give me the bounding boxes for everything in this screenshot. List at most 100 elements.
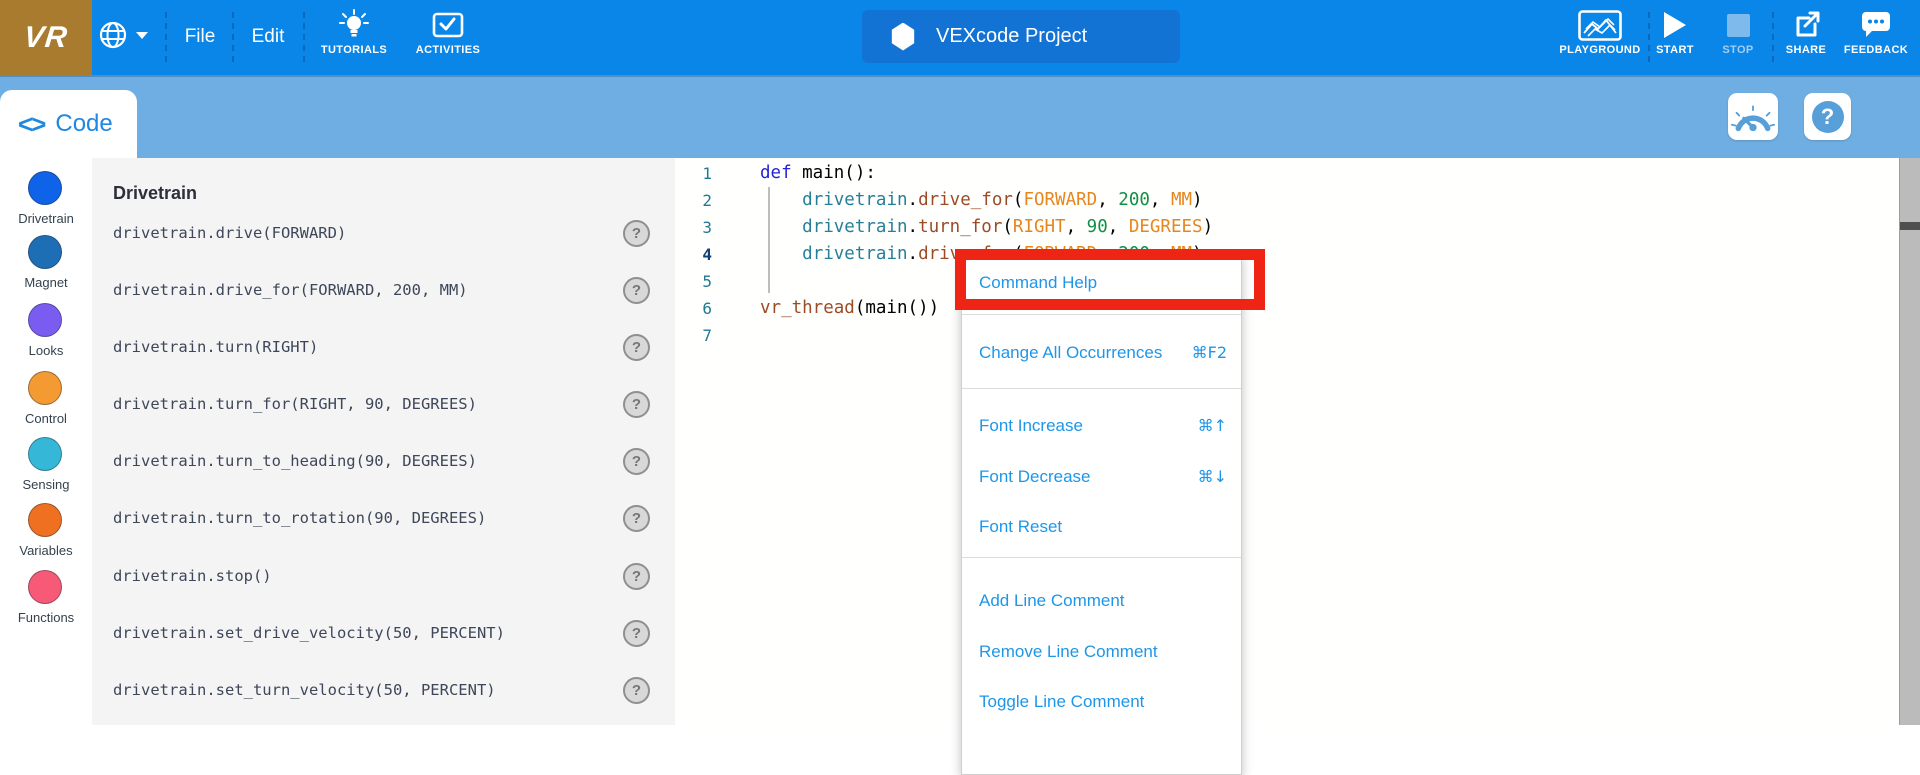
menu-divider xyxy=(232,12,234,62)
code-token-plain: ( xyxy=(1002,217,1013,237)
command-text[interactable]: drivetrain.turn_to_rotation(90, DEGREES) xyxy=(113,505,486,532)
category-circle-icon[interactable] xyxy=(28,235,62,269)
scrollbar[interactable] xyxy=(1899,158,1920,725)
code-token-plain: , xyxy=(1066,217,1087,237)
command-row[interactable]: drivetrain.turn_for(RIGHT, 90, DEGREES)? xyxy=(92,391,675,418)
checkbox-icon xyxy=(431,7,465,43)
code-brackets-icon: <> xyxy=(18,109,44,140)
code-token-plain: ( xyxy=(1013,190,1024,210)
menu-item-font-reset[interactable]: Font Reset xyxy=(962,510,1241,544)
code-token-plain: . xyxy=(908,190,919,210)
command-row[interactable]: drivetrain.drive_for(FORWARD, 200, MM)? xyxy=(92,277,675,304)
command-help-button[interactable]: ? xyxy=(623,563,650,590)
menu-item-remove-line-comment[interactable]: Remove Line Comment xyxy=(962,635,1241,669)
menu-item-add-line-comment[interactable]: Add Line Comment xyxy=(962,584,1241,618)
command-row[interactable]: drivetrain.turn_to_heading(90, DEGREES)? xyxy=(92,448,675,475)
category-circle-icon[interactable] xyxy=(28,570,62,604)
code-text: vr_thread(main()) xyxy=(760,295,939,322)
sidebar-item-magnet[interactable]: Magnet xyxy=(0,235,92,297)
sidebar-item-drivetrain[interactable]: Drivetrain xyxy=(0,171,92,233)
category-circle-icon[interactable] xyxy=(28,437,62,471)
sidebar-item-control[interactable]: Control xyxy=(0,371,92,433)
code-token-plain: . xyxy=(908,244,919,264)
command-text[interactable]: drivetrain.set_turn_velocity(50, PERCENT… xyxy=(113,677,496,704)
activities-label: ACTIVITIES xyxy=(416,44,481,56)
dashboard-button[interactable] xyxy=(1728,93,1778,140)
share-button[interactable]: SHARE xyxy=(1780,7,1832,56)
command-row[interactable]: drivetrain.drive(FORWARD)? xyxy=(92,220,675,247)
code-token-plain: ) xyxy=(1192,190,1203,210)
command-help-button[interactable]: ? xyxy=(623,220,650,247)
category-label: Control xyxy=(0,411,92,426)
stop-button[interactable]: STOP xyxy=(1714,7,1762,56)
tab-code[interactable]: <> Code xyxy=(0,90,137,158)
sidebar-item-functions[interactable]: Functions xyxy=(0,570,92,632)
help-button[interactable]: ? xyxy=(1804,93,1851,140)
command-help-button[interactable]: ? xyxy=(623,620,650,647)
start-button[interactable]: START xyxy=(1652,7,1698,56)
command-text[interactable]: drivetrain.turn_to_heading(90, DEGREES) xyxy=(113,448,477,475)
command-text[interactable]: drivetrain.turn_for(RIGHT, 90, DEGREES) xyxy=(113,391,477,418)
command-row[interactable]: drivetrain.set_drive_velocity(50, PERCEN… xyxy=(92,620,675,647)
code-editor[interactable]: 1 def main():2 drivetrain.drive_for(FORWA… xyxy=(675,158,1920,725)
command-help-button[interactable]: ? xyxy=(623,277,650,304)
sidebar-item-looks[interactable]: Looks xyxy=(0,303,92,365)
feedback-button[interactable]: FEEDBACK xyxy=(1838,7,1914,56)
line-number: 7 xyxy=(675,322,712,349)
category-circle-icon[interactable] xyxy=(28,171,62,205)
category-circle-icon[interactable] xyxy=(28,303,62,337)
category-circle-icon[interactable] xyxy=(28,371,62,405)
code-line[interactable]: 3 drivetrain.turn_for(RIGHT, 90, DEGREES… xyxy=(675,214,1895,241)
command-row[interactable]: drivetrain.set_turn_velocity(50, PERCENT… xyxy=(92,677,675,704)
command-text[interactable]: drivetrain.drive(FORWARD) xyxy=(113,220,346,247)
code-line[interactable]: 2 drivetrain.drive_for(FORWARD, 200, MM) xyxy=(675,187,1895,214)
code-token-ident: drivetrain xyxy=(802,244,907,264)
code-line[interactable]: 4 drivetrain.drive_for(FORWARD, 200, MM) xyxy=(675,241,1895,268)
menu-item-font-increase[interactable]: Font Increase⌘↑ xyxy=(962,409,1241,443)
language-menu[interactable] xyxy=(98,20,148,50)
line-number: 1 xyxy=(675,160,712,187)
menu-item-font-decrease[interactable]: Font Decrease⌘↓ xyxy=(962,460,1241,494)
command-row[interactable]: drivetrain.turn_to_rotation(90, DEGREES)… xyxy=(92,505,675,532)
command-text[interactable]: drivetrain.set_drive_velocity(50, PERCEN… xyxy=(113,620,505,647)
code-text: def main(): xyxy=(760,160,876,187)
code-token-const: RIGHT xyxy=(1013,217,1066,237)
menu-item-label: Toggle Line Comment xyxy=(979,685,1144,719)
code-token-num: 200 xyxy=(1118,190,1150,210)
command-text[interactable]: drivetrain.turn(RIGHT) xyxy=(113,334,318,361)
command-help-button[interactable]: ? xyxy=(623,334,650,361)
tutorials-label: TUTORIALS xyxy=(321,44,387,56)
editor-context-menu: Command HelpChange All Occurrences⌘F2Fon… xyxy=(961,255,1242,775)
globe-icon xyxy=(98,20,128,50)
command-help-button[interactable]: ? xyxy=(623,391,650,418)
scrollbar-thumb[interactable] xyxy=(1900,222,1920,230)
sidebar-item-sensing[interactable]: Sensing xyxy=(0,437,92,499)
sidebar-item-variables[interactable]: Variables xyxy=(0,503,92,565)
category-label: Variables xyxy=(0,543,92,558)
command-help-button[interactable]: ? xyxy=(623,448,650,475)
code-line[interactable]: 1 def main(): xyxy=(675,160,1895,187)
category-circle-icon[interactable] xyxy=(28,503,62,537)
question-icon: ? xyxy=(1812,101,1844,133)
command-help-button[interactable]: ? xyxy=(623,677,650,704)
code-line[interactable]: 5 xyxy=(675,268,1895,295)
hexagon-icon xyxy=(890,23,916,51)
menu-file[interactable]: File xyxy=(176,24,224,50)
share-icon xyxy=(1790,7,1822,43)
project-title-button[interactable]: VEXcode Project xyxy=(862,10,1180,63)
command-palette: Drivetrain drivetrain.drive(FORWARD)?dri… xyxy=(92,158,675,725)
tutorials-button[interactable]: TUTORIALS xyxy=(315,7,393,56)
code-line[interactable]: 6vr_thread(main()) xyxy=(675,295,1895,322)
category-label: Drivetrain xyxy=(0,211,92,226)
menu-edit[interactable]: Edit xyxy=(244,24,292,50)
playground-button[interactable]: PLAYGROUND xyxy=(1556,7,1644,56)
menu-item-toggle-line-comment[interactable]: Toggle Line Comment xyxy=(962,685,1241,719)
command-row[interactable]: drivetrain.turn(RIGHT)? xyxy=(92,334,675,361)
activities-button[interactable]: ACTIVITIES xyxy=(408,7,488,56)
command-text[interactable]: drivetrain.drive_for(FORWARD, 200, MM) xyxy=(113,277,468,304)
command-text[interactable]: drivetrain.stop() xyxy=(113,563,272,590)
code-line[interactable]: 7 xyxy=(675,322,1895,349)
command-row[interactable]: drivetrain.stop()? xyxy=(92,563,675,590)
command-help-button[interactable]: ? xyxy=(623,505,650,532)
menu-item-change-all-occurrences[interactable]: Change All Occurrences⌘F2 xyxy=(962,336,1241,370)
